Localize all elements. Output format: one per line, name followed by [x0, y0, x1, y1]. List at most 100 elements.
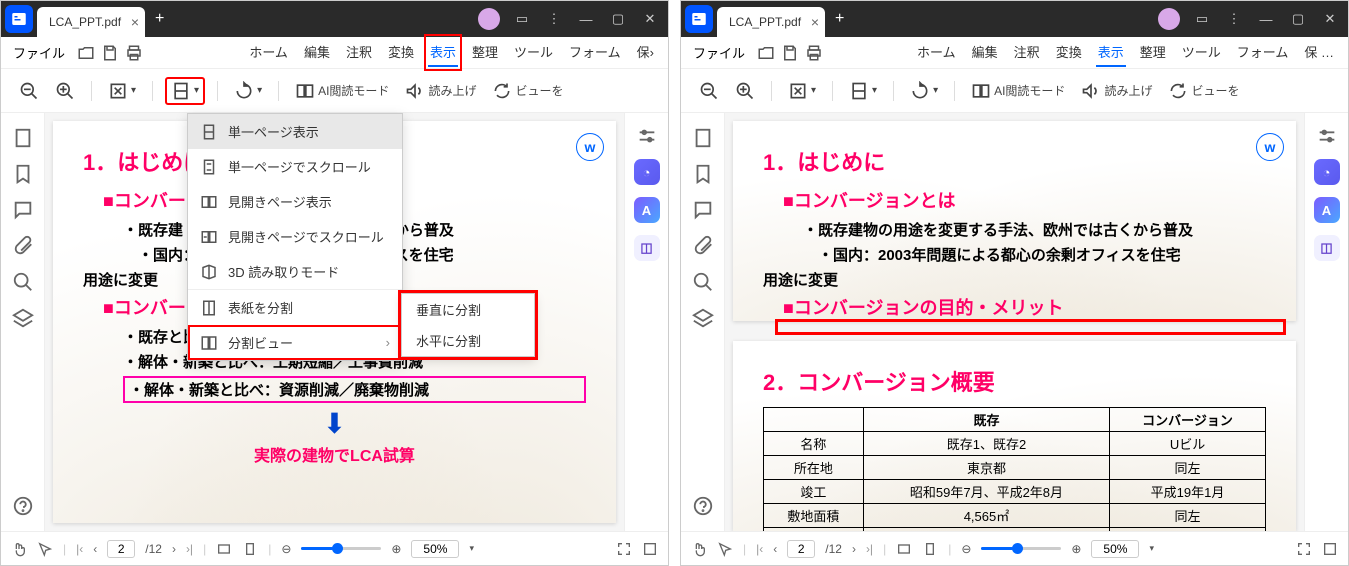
- read-aloud-button[interactable]: 読み上げ: [401, 77, 480, 105]
- dd-split-view[interactable]: 分割ビュー›: [188, 325, 402, 360]
- document-tab[interactable]: LCA_PPT.pdf ×: [37, 7, 145, 37]
- dd-3d-mode[interactable]: 3D 読み取りモード: [188, 254, 402, 289]
- last-page-icon[interactable]: ›|: [866, 542, 873, 556]
- dd-facing[interactable]: 見開きページ表示: [188, 184, 402, 219]
- market-icon[interactable]: ◫: [634, 235, 660, 261]
- ai-read-button[interactable]: AI閲読モード: [967, 77, 1069, 105]
- menu-file[interactable]: ファイル: [13, 43, 65, 62]
- bookmarks-icon[interactable]: [12, 163, 34, 185]
- rotate-button[interactable]: ▾: [906, 77, 942, 105]
- window-close[interactable]: ✕: [636, 5, 664, 33]
- zoom-slider[interactable]: [981, 547, 1061, 550]
- menu-home[interactable]: ホーム: [915, 38, 958, 67]
- adjust-icon[interactable]: [1316, 125, 1338, 147]
- dd-vertical-split[interactable]: 垂直に分割: [402, 294, 534, 325]
- window-maximize[interactable]: ▢: [604, 5, 632, 33]
- zoom-in-small[interactable]: ⊕: [391, 542, 401, 556]
- menu-view[interactable]: 表示: [1096, 38, 1126, 67]
- save-icon[interactable]: [101, 44, 119, 62]
- print-icon[interactable]: [805, 44, 823, 62]
- next-page-icon[interactable]: ›: [852, 542, 856, 556]
- zoom-slider[interactable]: [301, 547, 381, 550]
- comments-icon[interactable]: [692, 199, 714, 221]
- ai-read-button[interactable]: AI閲読モード: [291, 77, 393, 105]
- zoom-in-button[interactable]: [51, 77, 79, 105]
- tab-close-icon[interactable]: ×: [811, 14, 819, 30]
- fit-width-icon[interactable]: [216, 541, 232, 557]
- menu-overflow[interactable]: 保 …: [1302, 38, 1336, 67]
- search-icon[interactable]: [692, 271, 714, 293]
- menu-convert[interactable]: 変換: [386, 38, 416, 67]
- dd-cover-split[interactable]: 表紙を分割: [188, 290, 402, 325]
- last-page-icon[interactable]: ›|: [186, 542, 193, 556]
- attachments-icon[interactable]: [12, 235, 34, 257]
- print-icon[interactable]: [125, 44, 143, 62]
- fullscreen-icon[interactable]: [1296, 541, 1312, 557]
- page-display-button[interactable]: ▾: [165, 77, 205, 105]
- open-icon[interactable]: [77, 44, 95, 62]
- user-avatar[interactable]: [478, 8, 500, 30]
- fit-page-icon[interactable]: [242, 541, 258, 557]
- fit-button[interactable]: ▾: [104, 77, 140, 105]
- layers-icon[interactable]: [692, 307, 714, 329]
- zoom-dropdown-icon[interactable]: ▾: [1149, 543, 1154, 554]
- thumbnails-icon[interactable]: [692, 127, 714, 149]
- zoom-out-button[interactable]: [695, 77, 723, 105]
- fit-button[interactable]: ▾: [784, 77, 820, 105]
- market-icon[interactable]: ◫: [1314, 235, 1340, 261]
- split-divider-highlight[interactable]: [775, 319, 1286, 335]
- first-page-icon[interactable]: |‹: [76, 542, 83, 556]
- tab-close-icon[interactable]: ×: [131, 14, 139, 30]
- window-minimize[interactable]: —: [572, 5, 600, 33]
- menu-form[interactable]: フォーム: [567, 38, 623, 67]
- select-tool-icon[interactable]: [37, 541, 53, 557]
- rotate-button[interactable]: ▾: [230, 77, 266, 105]
- menu-edit[interactable]: 編集: [302, 38, 332, 67]
- document-tab[interactable]: LCA_PPT.pdf ×: [717, 7, 825, 37]
- adjust-icon[interactable]: [636, 125, 658, 147]
- dd-facing-scroll[interactable]: 見開きページでスクロール: [188, 219, 402, 254]
- fullscreen-icon[interactable]: [616, 541, 632, 557]
- layers-icon[interactable]: [12, 307, 34, 329]
- next-page-icon[interactable]: ›: [172, 542, 176, 556]
- reading-mode-icon[interactable]: [1322, 541, 1338, 557]
- hand-tool-icon[interactable]: [691, 541, 707, 557]
- add-tab-button[interactable]: +: [145, 10, 174, 28]
- window-minimize[interactable]: —: [1252, 5, 1280, 33]
- window-close[interactable]: ✕: [1316, 5, 1344, 33]
- add-tab-button[interactable]: +: [825, 10, 854, 28]
- zoom-out-small[interactable]: ⊖: [281, 542, 291, 556]
- help-icon[interactable]: [12, 495, 34, 517]
- menu-edit[interactable]: 編集: [970, 38, 1000, 67]
- zoom-in-small[interactable]: ⊕: [1071, 542, 1081, 556]
- more-icon[interactable]: ⋮: [1220, 5, 1248, 33]
- zoom-in-button[interactable]: [731, 77, 759, 105]
- dd-single-scroll[interactable]: 単一ページでスクロール: [188, 149, 402, 184]
- zoom-input[interactable]: [1091, 540, 1139, 558]
- bookmarks-icon[interactable]: [692, 163, 714, 185]
- comments-icon[interactable]: [12, 199, 34, 221]
- page-number-input[interactable]: [107, 540, 135, 558]
- menu-home[interactable]: ホーム: [247, 38, 290, 67]
- prev-page-icon[interactable]: ‹: [773, 542, 777, 556]
- read-aloud-button[interactable]: 読み上げ: [1077, 77, 1156, 105]
- user-avatar[interactable]: [1158, 8, 1180, 30]
- select-tool-icon[interactable]: [717, 541, 733, 557]
- menu-tools[interactable]: ツール: [1180, 38, 1223, 67]
- menu-overflow[interactable]: 保›: [635, 38, 656, 67]
- page-number-input[interactable]: [787, 540, 815, 558]
- help-icon[interactable]: [692, 495, 714, 517]
- feedback-icon[interactable]: ▭: [1188, 5, 1216, 33]
- open-icon[interactable]: [757, 44, 775, 62]
- fit-page-icon[interactable]: [922, 541, 938, 557]
- menu-comments[interactable]: 注釈: [344, 38, 374, 67]
- window-maximize[interactable]: ▢: [1284, 5, 1312, 33]
- attachments-icon[interactable]: [692, 235, 714, 257]
- view-switch-button[interactable]: ビューを: [488, 77, 567, 105]
- ai-assistant-icon[interactable]: A: [1314, 197, 1340, 223]
- menu-file[interactable]: ファイル: [693, 43, 745, 62]
- menu-tools[interactable]: ツール: [512, 38, 555, 67]
- hand-tool-icon[interactable]: [11, 541, 27, 557]
- menu-organize[interactable]: 整理: [470, 38, 500, 67]
- dd-single-page[interactable]: 単一ページ表示: [188, 114, 402, 149]
